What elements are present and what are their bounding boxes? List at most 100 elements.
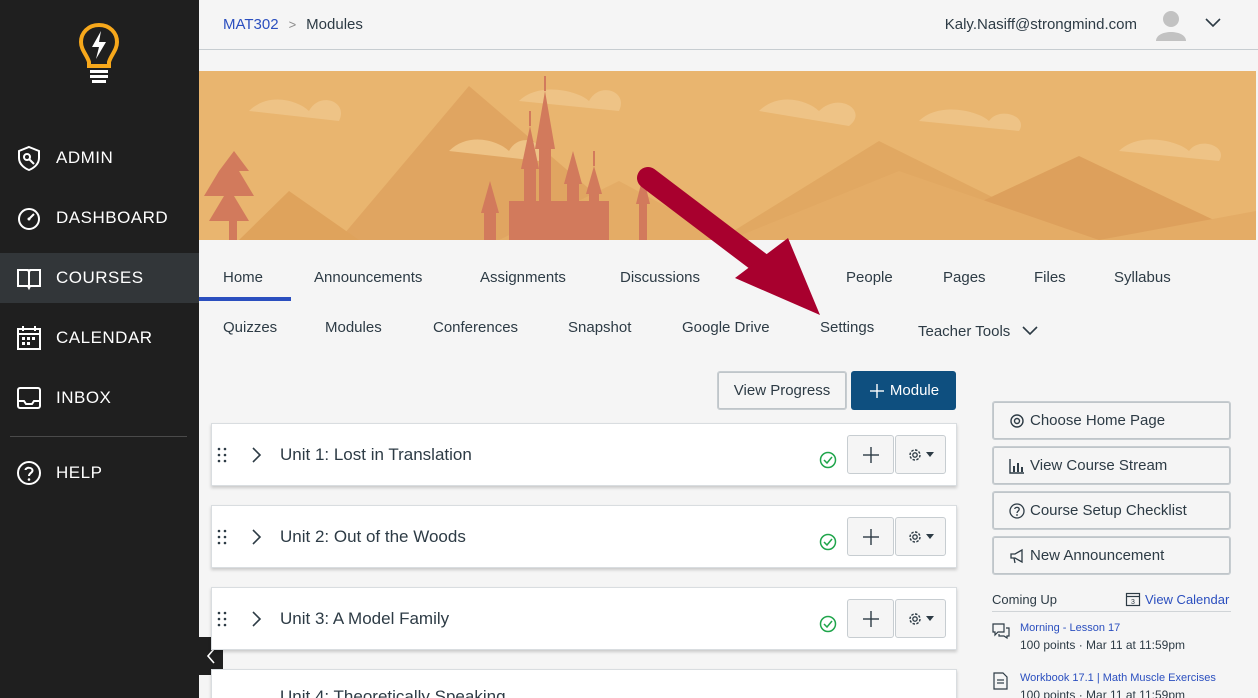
module-title[interactable]: Unit 4: Theoretically Speaking bbox=[280, 687, 506, 698]
nav-item-calendar[interactable]: CALENDAR bbox=[0, 313, 199, 363]
todo-title-link[interactable]: Morning - Lesson 17 bbox=[1020, 622, 1120, 634]
todo-meta: 100 points · Mar 11 at 11:59pm bbox=[1020, 688, 1185, 698]
tab-pages[interactable]: Pages bbox=[943, 269, 986, 286]
tab-quizzes[interactable]: Quizzes bbox=[223, 319, 277, 336]
caret-down-icon bbox=[926, 451, 934, 457]
target-icon bbox=[1008, 412, 1026, 430]
top-bar: MAT302 > Modules Kaly.Nasiff@strongmind.… bbox=[199, 0, 1258, 50]
book-icon bbox=[16, 265, 42, 291]
published-check-icon[interactable] bbox=[819, 533, 837, 551]
tab-active-indicator bbox=[199, 297, 291, 301]
module-title[interactable]: Unit 2: Out of the Woods bbox=[280, 527, 466, 547]
module-settings-button[interactable] bbox=[895, 517, 946, 556]
tab-syllabus[interactable]: Syllabus bbox=[1114, 269, 1171, 286]
admin-shield-icon bbox=[16, 145, 42, 171]
module-card: Unit 3: A Model Family bbox=[211, 587, 957, 650]
discussion-icon bbox=[992, 623, 1010, 640]
module-settings-button[interactable] bbox=[895, 599, 946, 638]
view-course-stream-button[interactable]: View Course Stream bbox=[992, 446, 1231, 485]
coming-up-divider bbox=[992, 611, 1231, 612]
tab-conferences[interactable]: Conferences bbox=[433, 319, 518, 336]
tab-assignments[interactable]: Assignments bbox=[480, 269, 566, 286]
view-calendar-label: View Calendar bbox=[1145, 591, 1230, 607]
chevron-down-icon[interactable] bbox=[1204, 16, 1222, 30]
new-announcement-label: New Announcement bbox=[1030, 547, 1165, 564]
view-calendar-link[interactable]: 3 View Calendar bbox=[1125, 591, 1229, 607]
tab-settings[interactable]: Settings bbox=[820, 319, 874, 336]
add-item-button[interactable] bbox=[847, 435, 894, 474]
question-circle-icon bbox=[1008, 502, 1026, 520]
nav-label-admin: ADMIN bbox=[56, 148, 114, 167]
nav-label-courses: COURSES bbox=[56, 268, 144, 287]
tab-people[interactable]: People bbox=[846, 269, 893, 286]
nav-divider bbox=[10, 436, 187, 437]
module-card: Unit 4: Theoretically Speaking bbox=[211, 669, 957, 698]
tab-snapshot[interactable]: Snapshot bbox=[568, 319, 631, 336]
breadcrumb-course-link[interactable]: MAT302 bbox=[223, 16, 279, 33]
tab-home[interactable]: Home bbox=[223, 269, 263, 286]
global-nav: ADMIN DASHBOARD COURSES CALENDAR INBOX H… bbox=[0, 0, 199, 698]
annotation-arrow-icon bbox=[637, 167, 820, 315]
nav-item-inbox[interactable]: INBOX bbox=[0, 373, 199, 423]
gear-icon bbox=[909, 612, 921, 625]
plus-icon bbox=[869, 383, 884, 398]
module-settings-button[interactable] bbox=[895, 435, 946, 474]
user-email[interactable]: Kaly.Nasiff@strongmind.com bbox=[945, 16, 1137, 33]
nav-label-inbox: INBOX bbox=[56, 388, 112, 407]
published-check-icon[interactable] bbox=[819, 451, 837, 469]
nav-label-calendar: CALENDAR bbox=[56, 328, 153, 347]
new-announcement-button[interactable]: New Announcement bbox=[992, 536, 1231, 575]
breadcrumb-separator: > bbox=[288, 17, 297, 32]
nav-item-courses[interactable]: COURSES bbox=[0, 253, 199, 303]
calendar-icon bbox=[16, 325, 42, 351]
drag-handle-icon[interactable] bbox=[217, 610, 227, 628]
gear-icon bbox=[909, 530, 921, 543]
tab-teacher-tools[interactable]: Teacher Tools bbox=[918, 323, 1010, 340]
module-title[interactable]: Unit 1: Lost in Translation bbox=[280, 445, 472, 465]
todo-title-link[interactable]: Workbook 17.1 | Math Muscle Exercises bbox=[1020, 672, 1216, 684]
nav-item-admin[interactable]: ADMIN bbox=[0, 133, 199, 183]
course-setup-checklist-button[interactable]: Course Setup Checklist bbox=[992, 491, 1231, 530]
tab-google-drive[interactable]: Google Drive bbox=[682, 319, 770, 336]
chart-icon bbox=[1008, 457, 1026, 475]
choose-home-page-label: Choose Home Page bbox=[1030, 412, 1166, 429]
help-circle-icon bbox=[16, 460, 42, 486]
breadcrumb: MAT302 > Modules bbox=[223, 16, 363, 33]
view-course-stream-label: View Course Stream bbox=[1030, 457, 1168, 474]
calendar-icon: 3 bbox=[1125, 592, 1141, 607]
plus-icon bbox=[862, 446, 879, 463]
chevron-right-icon[interactable] bbox=[250, 446, 262, 464]
add-item-button[interactable] bbox=[847, 517, 894, 556]
tab-files[interactable]: Files bbox=[1034, 269, 1066, 286]
tab-announcements[interactable]: Announcements bbox=[314, 269, 422, 286]
chevron-right-icon[interactable] bbox=[250, 610, 262, 628]
avatar[interactable] bbox=[1154, 7, 1188, 41]
view-progress-button[interactable]: View Progress bbox=[717, 371, 847, 410]
module-title[interactable]: Unit 3: A Model Family bbox=[280, 609, 449, 629]
nav-item-help[interactable]: HELP bbox=[0, 448, 199, 498]
drag-handle-icon[interactable] bbox=[217, 528, 227, 546]
plus-icon bbox=[862, 610, 879, 627]
nav-label-help: HELP bbox=[56, 463, 103, 482]
drag-handle-icon[interactable] bbox=[217, 446, 227, 464]
choose-home-page-button[interactable]: Choose Home Page bbox=[992, 401, 1231, 440]
plus-icon bbox=[862, 528, 879, 545]
tab-modules[interactable]: Modules bbox=[325, 319, 382, 336]
megaphone-icon bbox=[1008, 547, 1026, 565]
module-card: Unit 1: Lost in Translation bbox=[211, 423, 957, 486]
lightbulb-logo-icon[interactable] bbox=[78, 22, 120, 88]
assignment-icon bbox=[993, 672, 1008, 690]
nav-label-dashboard: DASHBOARD bbox=[56, 208, 169, 227]
add-module-button[interactable]: Module bbox=[851, 371, 956, 410]
breadcrumb-current: Modules bbox=[306, 16, 363, 33]
add-item-button[interactable] bbox=[847, 599, 894, 638]
gear-icon bbox=[909, 448, 921, 461]
coming-up-heading: Coming Up bbox=[992, 592, 1058, 607]
chevron-down-icon[interactable] bbox=[1021, 325, 1039, 337]
published-check-icon[interactable] bbox=[819, 615, 837, 633]
caret-down-icon bbox=[926, 615, 934, 621]
nav-item-dashboard[interactable]: DASHBOARD bbox=[0, 193, 199, 243]
caret-down-icon bbox=[926, 533, 934, 539]
gauge-icon bbox=[16, 205, 42, 231]
chevron-right-icon[interactable] bbox=[250, 528, 262, 546]
